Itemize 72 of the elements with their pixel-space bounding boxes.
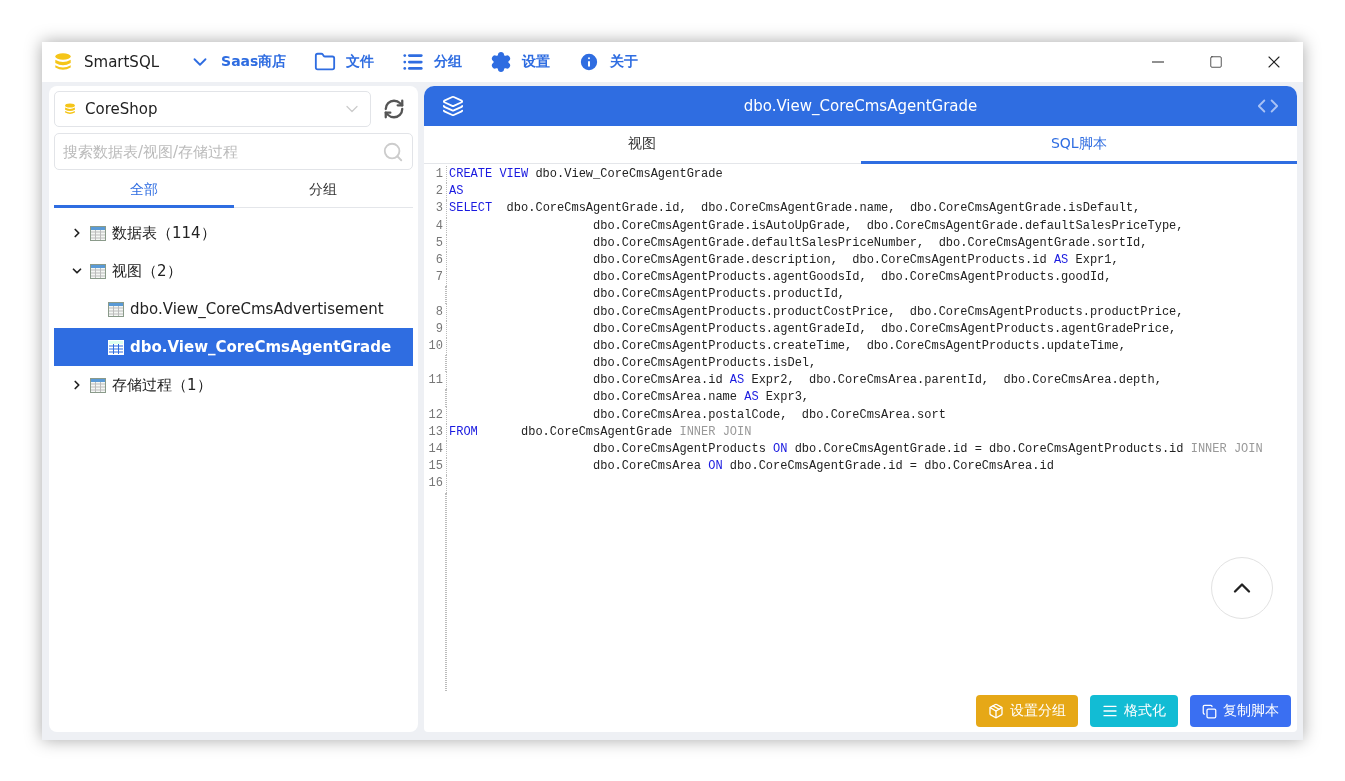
- code-line: dbo.CoreCmsAgentProducts.isDel,: [593, 355, 817, 373]
- menu-item[interactable]: 关于: [578, 51, 639, 73]
- table-icon: [90, 225, 106, 241]
- table-icon: [108, 339, 124, 355]
- line-number: 14: [427, 441, 444, 458]
- code-line: dbo.CoreCmsAgentProducts.createTime, dbo.CoreCmsAgentProducts.updateTime,: [593, 337, 1126, 355]
- line-number: 11: [427, 372, 444, 390]
- line-number: 5: [434, 234, 444, 252]
- editor-title: dbo.View_CoreCmsAgentGrade: [742, 97, 979, 115]
- table-icon: [90, 263, 106, 279]
- tree-item[interactable]: 存储过程（1）: [54, 366, 413, 404]
- code-line: dbo.CoreCmsAgentProducts.productCostPrice, dbo.CoreCmsAgentProducts.productPrice,: [593, 303, 1184, 321]
- sidebar-tab[interactable]: 全部: [54, 174, 234, 208]
- search-icon[interactable]: [382, 140, 404, 163]
- menu-item[interactable]: Saas商店: [189, 51, 287, 73]
- database-icon: [63, 102, 77, 116]
- line-number: 10: [427, 337, 444, 355]
- line-number: 1: [434, 166, 444, 183]
- maximize-icon: [1209, 55, 1223, 69]
- table-icon: [90, 377, 106, 393]
- line-number: 12: [427, 406, 444, 424]
- database-select[interactable]: CoreShop: [54, 91, 371, 127]
- tree-item[interactable]: dbo.View_CoreCmsAdvertisement: [54, 290, 413, 328]
- code-line: dbo.CoreCmsArea.postalCode, dbo.CoreCmsArea.sort: [593, 406, 946, 424]
- package-icon: [988, 703, 1004, 719]
- code-line: dbo.CoreCmsAgentGrade.isAutoUpGrade, dbo.CoreCmsAgentGrade.defaultSalesPriceType,: [593, 217, 1184, 235]
- menu-item[interactable]: 设置: [490, 51, 551, 73]
- tree-item[interactable]: 视图（2）: [54, 252, 413, 290]
- line-number: 9: [434, 320, 444, 338]
- settings-icon: [490, 51, 513, 73]
- layers-icon[interactable]: [442, 95, 464, 117]
- code-line: dbo.CoreCmsAgentProducts.productId,: [593, 286, 846, 304]
- app-title: SmartSQL: [84, 53, 160, 71]
- code-line: dbo.CoreCmsArea.id AS Expr2, dbo.CoreCmsArea.parentId, dbo.CoreCmsArea.depth,: [593, 372, 1162, 390]
- line-number: 15: [427, 458, 444, 476]
- tree-item[interactable]: dbo.View_CoreCmsAgentGrade: [54, 328, 413, 366]
- line-number: 8: [434, 303, 444, 321]
- menu-item[interactable]: 分组: [402, 51, 463, 73]
- code-line: AS: [449, 183, 464, 201]
- action-button[interactable]: 复制脚本: [1190, 695, 1291, 727]
- line-number: 2: [434, 183, 444, 201]
- list-icon: [402, 51, 425, 73]
- line-number: 13: [427, 423, 444, 441]
- line-number: 7: [434, 269, 444, 287]
- editor-tab[interactable]: SQL脚本: [860, 126, 1297, 164]
- line-number: 6: [434, 251, 444, 269]
- database-icon: [52, 51, 74, 73]
- table-icon: [108, 301, 124, 317]
- sidebar-tab[interactable]: 分组: [233, 174, 413, 208]
- code-line: FROM dbo.CoreCmsAgentGrade INNER JOIN: [449, 423, 752, 441]
- tree-item[interactable]: 数据表（114）: [54, 214, 413, 252]
- info-icon: [578, 51, 601, 73]
- code-line: CREATE VIEW dbo.View_CoreCmsAgentGrade: [449, 166, 723, 183]
- code-line: dbo.CoreCmsAgentProducts ON dbo.CoreCmsAgentGrade.id = dbo.CoreCmsAgentProducts.id INNER JOIN: [593, 441, 1263, 458]
- minimize-icon: [1152, 61, 1164, 63]
- code-line: dbo.CoreCmsArea.name AS Expr3,: [593, 389, 810, 407]
- code-line: dbo.CoreCmsAgentGrade.description, dbo.CoreCmsAgentProducts.id AS Expr1,: [593, 251, 1119, 269]
- menu-item[interactable]: 文件: [314, 51, 375, 73]
- code-line: dbo.CoreCmsAgentGrade.defaultSalesPriceNumber, dbo.CoreCmsAgentGrade.sortId,: [593, 234, 1148, 252]
- refresh-icon[interactable]: [383, 98, 405, 120]
- code-line: SELECT dbo.CoreCmsAgentGrade.id, dbo.CoreCmsAgentGrade.name, dbo.CoreCmsAgentGrade.isDefault,: [449, 200, 1141, 218]
- editor-tab[interactable]: 视图: [424, 126, 861, 164]
- search-field[interactable]: 搜索数据表/视图/存储过程: [54, 133, 413, 170]
- line-number: 4: [434, 217, 444, 235]
- code-line: dbo.CoreCmsArea ON dbo.CoreCmsAgentGrade.id = dbo.CoreCmsArea.id: [593, 458, 1054, 476]
- folder-icon: [314, 51, 337, 73]
- line-number: 3: [434, 200, 444, 218]
- copy-icon: [1202, 703, 1217, 719]
- lines-icon: [1102, 703, 1118, 719]
- code-line: dbo.CoreCmsAgentProducts.agentGoodsId, dbo.CoreCmsAgentProducts.goodId,: [593, 269, 1112, 287]
- code-line: dbo.CoreCmsAgentProducts.agentGradeId, dbo.CoreCmsAgentProducts.agentGradePrice,: [593, 320, 1177, 338]
- line-number: 16: [427, 475, 444, 493]
